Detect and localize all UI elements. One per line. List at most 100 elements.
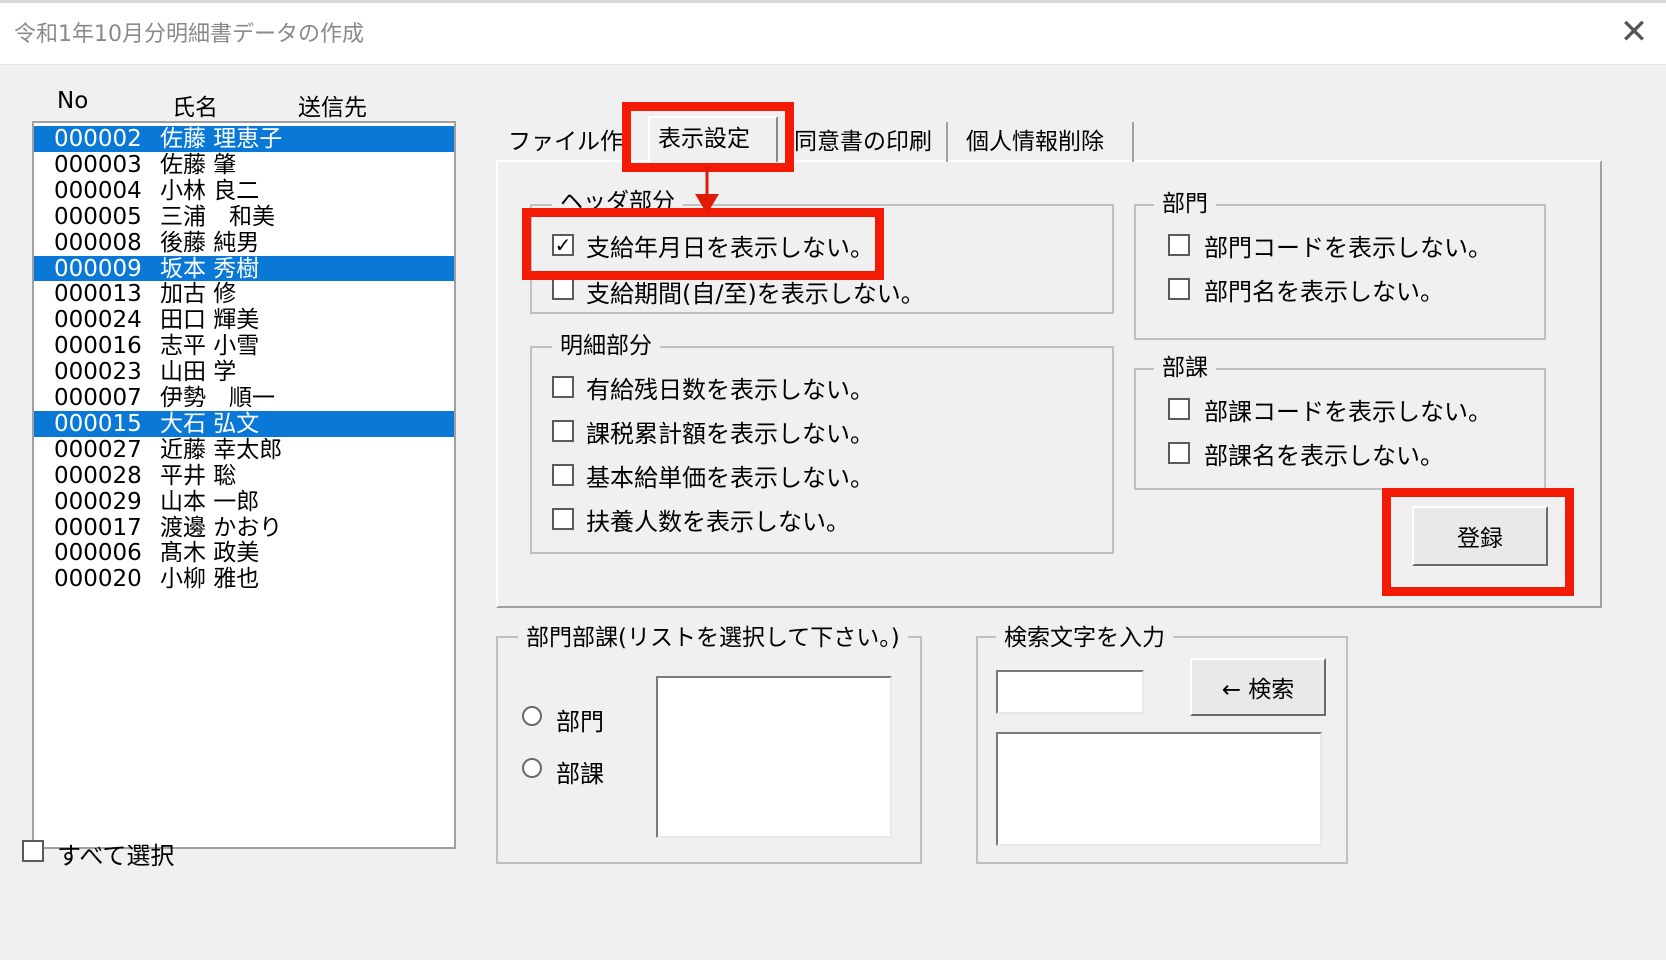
list-item-name: 田口 輝美 — [160, 307, 260, 334]
list-item-no: 000027 — [54, 436, 142, 463]
list-item-no: 000006 — [54, 540, 142, 567]
list-item[interactable]: 000008 後藤 純男 — [34, 230, 454, 256]
list-item-no: 000029 — [54, 488, 142, 515]
tab-display-settings[interactable]: 表示設定 — [648, 116, 778, 162]
list-item[interactable]: 000009 坂本 秀樹 — [34, 255, 454, 282]
section-section-legend: 部課 — [1154, 354, 1216, 382]
list-item[interactable]: 000003 佐藤 肇 — [34, 152, 454, 178]
list-item-name: 佐藤 理恵子 — [160, 126, 283, 152]
list-item-no: 000004 — [54, 177, 142, 204]
list-item-name: 大石 弘文 — [160, 410, 260, 437]
tab-delete-personal-info[interactable]: 個人情報削除 — [958, 122, 1134, 162]
hide-taxable-total-label: 課税累計額を表示しない。 — [586, 420, 874, 448]
list-item-no: 000020 — [54, 566, 142, 593]
list-item[interactable]: 000017 渡邊 かおり — [34, 515, 454, 541]
hide-section-name-checkbox[interactable] — [1168, 442, 1190, 464]
list-item-name: 山田 学 — [160, 359, 237, 386]
select-all-label: すべて選択 — [57, 842, 175, 870]
hide-section-code-label: 部課コードを表示しない。 — [1204, 398, 1492, 426]
window-top-edge — [0, 0, 1666, 3]
search-legend: 検索文字を入力 — [996, 624, 1173, 652]
list-item[interactable]: 000004 小林 良二 — [34, 178, 454, 204]
radio-section[interactable] — [522, 758, 542, 778]
hide-dependents-checkbox[interactable] — [552, 508, 574, 530]
dept-section-listbox[interactable] — [656, 676, 892, 838]
hide-dept-name-checkbox[interactable] — [1168, 278, 1190, 300]
list-item-no: 000023 — [54, 359, 142, 386]
hide-dept-name-label: 部門名を表示しない。 — [1204, 278, 1444, 306]
hide-section-name-label: 部課名を表示しない。 — [1204, 442, 1444, 470]
hide-paid-leave-checkbox[interactable] — [552, 376, 574, 398]
column-header-destination: 送信先 — [298, 95, 367, 121]
hide-pay-period-checkbox[interactable] — [552, 278, 574, 300]
hide-dept-code-label: 部門コードを表示しない。 — [1204, 234, 1492, 262]
list-item-name: 後藤 純男 — [160, 229, 260, 256]
radio-section-label: 部課 — [556, 760, 604, 788]
list-item[interactable]: 000007 伊勢 順一 — [34, 385, 454, 411]
list-item-no: 000015 — [54, 410, 142, 437]
list-item-name: 小林 良二 — [160, 177, 260, 204]
dept-filter-legend: 部門部課(リストを選択して下さい。) — [518, 624, 908, 652]
hide-base-rate-checkbox[interactable] — [552, 464, 574, 486]
hide-taxable-total-checkbox[interactable] — [552, 420, 574, 442]
list-item-no: 000003 — [54, 151, 142, 178]
radio-dept-label: 部門 — [556, 708, 604, 736]
list-item-no: 000017 — [54, 514, 142, 541]
tab-print-consent[interactable]: 同意書の印刷 — [786, 122, 948, 162]
section-section-frame — [1134, 368, 1546, 490]
list-item[interactable]: 000013 加古 修 — [34, 281, 454, 307]
list-item-name: 佐藤 肇 — [160, 151, 237, 178]
annotation-box-checkbox — [522, 208, 884, 280]
search-input[interactable] — [996, 670, 1144, 714]
list-item[interactable]: 000002 佐藤 理恵子 — [34, 126, 454, 152]
list-item-no: 000013 — [54, 281, 142, 308]
list-item[interactable]: 000027 近藤 幸太郎 — [34, 437, 454, 463]
list-item[interactable]: 000016 志平 小雪 — [34, 333, 454, 359]
list-item-name: 三浦 和美 — [160, 203, 275, 230]
search-button[interactable]: ← 検索 — [1190, 658, 1326, 716]
list-item-name: 平井 聡 — [160, 462, 237, 489]
list-item[interactable]: 000005 三浦 和美 — [34, 204, 454, 230]
list-item-name: 髙木 政美 — [160, 540, 260, 567]
annotation-arrow-icon — [695, 166, 719, 214]
list-item-name: 近藤 幸太郎 — [160, 436, 283, 463]
employee-list[interactable]: 000002 佐藤 理恵子 000003 佐藤 肇 000004 小林 良二 000005 三… — [32, 121, 456, 849]
list-item-name: 渡邊 かおり — [160, 514, 283, 541]
list-item[interactable]: 000020 小柳 雅也 — [34, 566, 454, 592]
close-icon[interactable]: ✕ — [1602, 0, 1666, 64]
select-all-checkbox[interactable] — [22, 840, 44, 862]
tab-file-create[interactable]: ファイル作成 — [500, 122, 630, 162]
hide-section-code-checkbox[interactable] — [1168, 398, 1190, 420]
list-item-name: 坂本 秀樹 — [160, 255, 260, 282]
column-header-no: No — [57, 88, 89, 114]
list-item-name: 伊勢 順一 — [160, 385, 275, 411]
list-item[interactable]: 000024 田口 輝美 — [34, 307, 454, 333]
hide-base-rate-label: 基本給単価を表示しない。 — [586, 464, 874, 492]
radio-dept[interactable] — [522, 706, 542, 726]
search-results-listbox[interactable] — [996, 732, 1322, 846]
list-item-no: 000009 — [54, 255, 142, 282]
hide-paid-leave-label: 有給残日数を表示しない。 — [586, 376, 874, 404]
list-item-no: 000024 — [54, 307, 142, 334]
list-item-no: 000002 — [54, 126, 142, 152]
list-item[interactable]: 000028 平井 聡 — [34, 463, 454, 489]
column-header-name: 氏名 — [172, 95, 218, 121]
list-item-no: 000007 — [54, 385, 142, 411]
annotation-box-register — [1382, 488, 1574, 596]
list-item[interactable]: 000015 大石 弘文 — [34, 410, 454, 437]
list-item[interactable]: 000029 山本 一郎 — [34, 489, 454, 515]
list-item-name: 小柳 雅也 — [160, 566, 260, 593]
list-item[interactable]: 000023 山田 学 — [34, 359, 454, 385]
dept-section-legend: 部門 — [1154, 190, 1216, 218]
list-item-no: 000008 — [54, 229, 142, 256]
title-bar: 令和1年10月分明細書データの作成 ✕ — [0, 0, 1666, 65]
list-item-name: 山本 一郎 — [160, 488, 260, 515]
list-item-name: 志平 小雪 — [160, 333, 260, 360]
detail-section-legend: 明細部分 — [552, 332, 660, 360]
list-item[interactable]: 000006 髙木 政美 — [34, 540, 454, 566]
list-item-no: 000016 — [54, 333, 142, 360]
list-item-no: 000028 — [54, 462, 142, 489]
hide-dept-code-checkbox[interactable] — [1168, 234, 1190, 256]
window-title: 令和1年10月分明細書データの作成 — [14, 22, 364, 47]
list-item-no: 000005 — [54, 203, 142, 230]
